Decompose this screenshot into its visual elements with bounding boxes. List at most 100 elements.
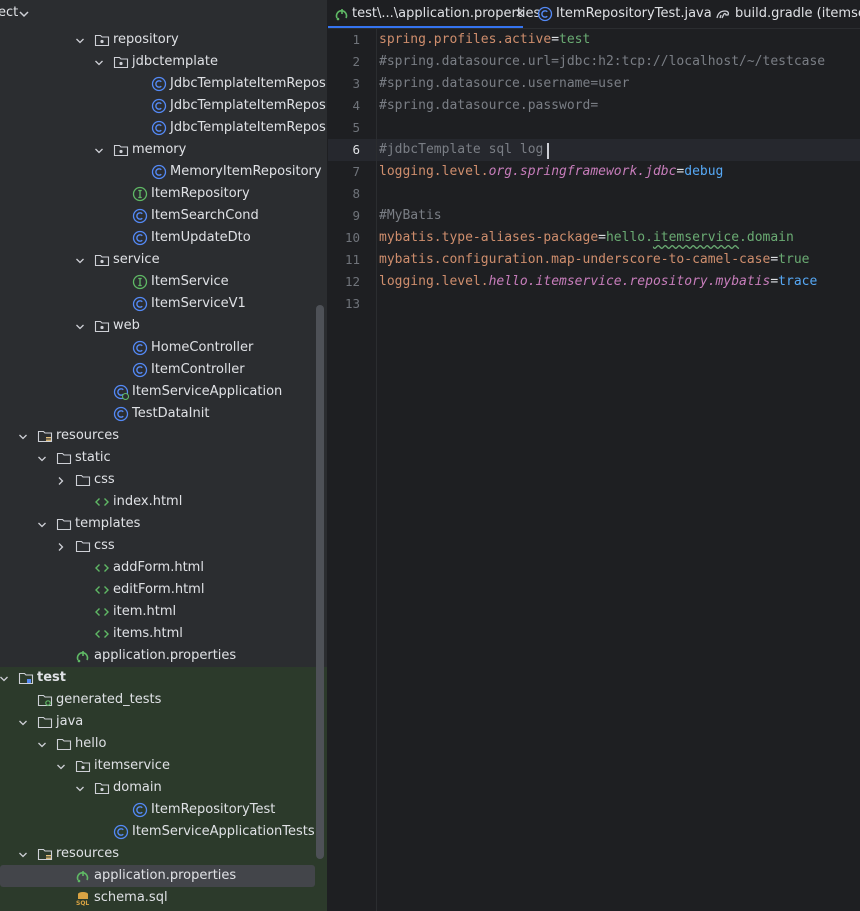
tree-item[interactable]: web [0,315,327,337]
code-line[interactable]: mybatis.configuration.map-underscore-to-… [379,249,809,271]
chevron-down-icon[interactable] [94,145,104,155]
tree-item-label: schema.sql [94,890,168,905]
code-token: = [770,274,779,289]
tree-item[interactable]: ItemRepositoryTest [0,799,327,821]
tab-application-properties[interactable]: test\...\application.properties [332,0,540,28]
code-line[interactable]: spring.profiles.active=test [379,29,590,51]
html-file-icon [94,604,110,620]
chevron-down-icon[interactable] [75,35,85,45]
chevron-down-icon[interactable] [19,8,29,23]
tree-item[interactable]: test [0,667,327,689]
code-token: #MyBatis [379,208,442,223]
tree-item[interactable]: MemoryItemRepository [0,161,327,183]
class-icon [132,208,148,224]
tree-item[interactable]: memory [0,139,327,161]
chevron-down-icon[interactable] [75,783,85,793]
tree-item[interactable]: item.html [0,601,327,623]
tree-item[interactable]: items.html [0,623,327,645]
tree-item[interactable]: css [0,535,327,557]
chevron-right-icon[interactable] [56,541,66,551]
class-icon [113,824,129,840]
chevron-down-icon[interactable] [56,761,66,771]
code-line[interactable]: #spring.datasource.url=jdbc:h2:tcp://loc… [379,51,825,73]
chevron-down-icon[interactable] [75,321,85,331]
tree-item[interactable]: ItemServiceV1 [0,293,327,315]
tree-item[interactable]: domain [0,777,327,799]
tree-item[interactable]: application.properties [0,645,327,667]
tree-item[interactable]: itemservice [0,755,327,777]
code-line[interactable]: logging.level.hello.itemservice.reposito… [379,271,817,293]
project-panel-title[interactable]: ect [0,5,18,20]
tree-item[interactable]: TestDataInit [0,403,327,425]
tree-item[interactable]: application.properties [0,865,327,887]
chevron-down-icon[interactable] [37,519,47,529]
tree-item[interactable]: JdbcTemplateItemReposit [0,95,327,117]
chevron-right-icon[interactable] [56,475,66,485]
module-folder-icon [18,670,34,686]
tree-item-label: memory [132,142,187,157]
folder-icon [56,516,72,532]
tree-item[interactable]: ItemService [0,271,327,293]
tree-item[interactable]: static [0,447,327,469]
code-line[interactable]: logging.level.org.springframework.jdbc=d… [379,161,723,183]
chevron-down-icon[interactable] [37,739,47,749]
code-line[interactable]: mybatis.type-aliases-package=hello.items… [379,227,794,249]
code-line[interactable]: #jdbcTemplate sql log [379,139,543,161]
code-line[interactable]: #MyBatis [379,205,442,227]
chevron-down-icon[interactable] [18,717,28,727]
tree-item-label: java [56,714,84,729]
tree-item[interactable]: editForm.html [0,579,327,601]
tree-item[interactable]: resources [0,425,327,447]
tree-item[interactable]: ItemSearchCond [0,205,327,227]
tree-item[interactable]: index.html [0,491,327,513]
tree-item[interactable]: java [0,711,327,733]
html-file-icon [94,626,110,642]
project-tree-scrollbar[interactable] [316,305,324,859]
tree-item[interactable]: HomeController [0,337,327,359]
tree-item-label: application.properties [94,868,237,883]
line-number-gutter[interactable]: 1 2 3 4 5 6 7 8 9 10 11 12 13 [328,29,377,911]
tree-item-label: MemoryItemRepository [170,164,322,179]
tree-item[interactable]: addForm.html [0,557,327,579]
tree-item-label: hello [75,736,107,751]
chevron-down-icon[interactable] [0,673,9,683]
chevron-down-icon[interactable] [75,255,85,265]
chevron-down-icon[interactable] [37,453,47,463]
tree-item[interactable]: ItemServiceApplicationTests [0,821,327,843]
chevron-down-icon[interactable] [94,57,104,67]
tree-item[interactable]: repository [0,29,327,51]
text-caret [547,143,549,159]
tab-item-repository-test[interactable]: ItemRepositoryTest.java [537,0,712,28]
tree-item[interactable]: ItemRepository [0,183,327,205]
code-line[interactable]: #spring.datasource.password= [379,95,598,117]
tree-item[interactable]: JdbcTemplateItemReposit [0,73,327,95]
tree-item-label: JdbcTemplateItemReposit [170,76,327,91]
tree-item[interactable]: generated_tests [0,689,327,711]
tree-item[interactable]: templates [0,513,327,535]
tree-item[interactable]: ItemController [0,359,327,381]
code-line[interactable]: #spring.datasource.username=user [379,73,629,95]
html-file-icon [94,494,110,510]
code-token: .domain [739,230,794,245]
tree-item[interactable]: SQL schema.sql [0,887,327,909]
tree-item[interactable]: JdbcTemplateItemReposit [0,117,327,139]
line-number: 8 [352,186,360,201]
tree-item[interactable]: resources [0,843,327,865]
chevron-down-icon[interactable] [18,849,28,859]
code-token: #jdbcTemplate sql log [379,142,544,157]
tab-label: ItemRepositoryTest.java [556,6,712,21]
tree-item[interactable]: service [0,249,327,271]
tree-item-label: ItemService [151,274,229,289]
chevron-down-icon[interactable] [18,431,28,441]
tree-item-label: static [75,450,111,465]
tree-item[interactable]: ItemServiceApplication [0,381,327,403]
tree-item[interactable]: jdbctemplate [0,51,327,73]
tree-item[interactable]: hello [0,733,327,755]
tree-item[interactable]: ItemUpdateDto [0,227,327,249]
properties-icon [75,648,91,664]
tree-item[interactable]: css [0,469,327,491]
tab-build-gradle[interactable]: build.gradle (itemserv [715,0,860,28]
code-token: = [551,32,560,47]
close-icon[interactable] [515,7,527,19]
package-icon [94,318,110,334]
